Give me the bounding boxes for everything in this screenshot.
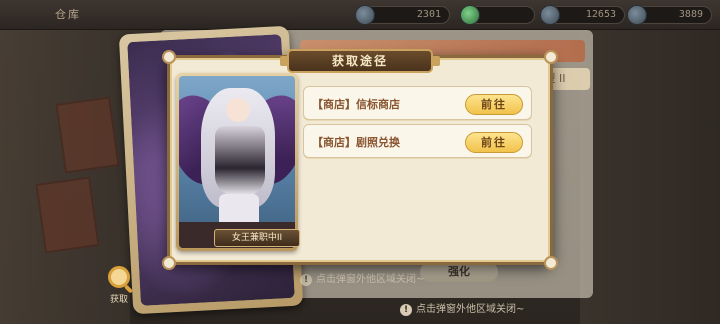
source-label: 【商店】剧照兑换 (312, 136, 400, 149)
card-name-plate: 女王兼职中II (214, 229, 300, 247)
resource-value: 2301 (416, 9, 441, 20)
go-button[interactable]: 前往 (465, 94, 523, 115)
resource-counter: 12653 (540, 5, 625, 25)
corner-ornament (544, 50, 558, 64)
corner-ornament (162, 50, 176, 64)
magnifier-icon (108, 266, 130, 288)
energy-icon (627, 5, 647, 25)
resource-counter (460, 5, 535, 25)
background-book (55, 96, 120, 174)
page-title: 仓库 (55, 8, 81, 21)
corner-ornament (162, 256, 176, 270)
search-label: 获取 (109, 295, 128, 305)
card-art-face (226, 98, 250, 122)
resource-value: 3889 (678, 9, 703, 20)
item-card (176, 73, 298, 251)
background-close-hint: ! 点击弹窗外他区域关闭~ (300, 270, 424, 286)
source-label: 【商店】信标商店 (312, 98, 400, 111)
hint-text: 点击弹窗外他区域关闭~ (416, 304, 525, 315)
background-book (35, 176, 100, 254)
gem-icon (460, 5, 480, 25)
acquire-search-button[interactable]: 获取 (104, 266, 134, 305)
enhance-button[interactable]: 强化 (420, 262, 498, 282)
crystal-icon (540, 5, 560, 25)
card-art-dress (215, 126, 265, 196)
source-row: 【商店】剧照兑换 前往 (303, 124, 532, 158)
resource-counter[interactable]: 3889 (627, 5, 712, 25)
close-hint: ! 点击弹窗外他区域关闭~ (400, 300, 524, 316)
coin-icon (355, 5, 375, 25)
resource-counter: 2301 (355, 5, 450, 25)
top-status-bar: 仓库 2301 12653 3889 (0, 0, 720, 30)
source-row: 【商店】信标商店 前往 (303, 86, 532, 120)
info-icon: ! (300, 274, 312, 286)
dialog-title: 获取途径 (280, 49, 440, 73)
corner-ornament (544, 256, 558, 270)
go-button[interactable]: 前往 (465, 132, 523, 153)
resource-value: 12653 (585, 9, 616, 20)
background-shelf-right (580, 20, 720, 324)
hint-text: 点击弹窗外他区域关闭~ (316, 274, 425, 285)
card-artwork (179, 76, 295, 248)
info-icon: ! (400, 304, 412, 316)
